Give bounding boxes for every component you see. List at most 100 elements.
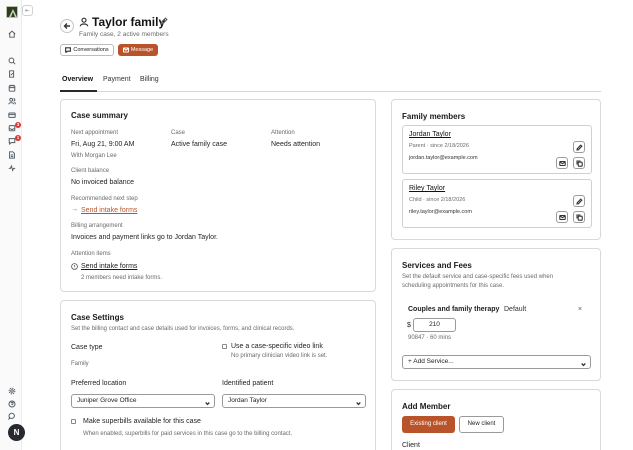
users-icon[interactable] bbox=[7, 96, 17, 106]
billing-arrangement-label: Billing arrangement bbox=[71, 223, 123, 229]
new-client-button[interactable]: New client bbox=[459, 416, 504, 433]
case-type-value: Family bbox=[71, 361, 89, 367]
document-icon[interactable] bbox=[7, 150, 17, 160]
envelope-icon bbox=[122, 47, 129, 53]
chat-icon[interactable] bbox=[7, 411, 17, 421]
settings-icon[interactable] bbox=[7, 386, 17, 396]
member-email: jordan.taylor@example.com bbox=[409, 155, 478, 161]
email-member-button[interactable] bbox=[556, 211, 568, 223]
app-logo[interactable] bbox=[6, 6, 18, 18]
superbills-label: Make superbills available for this case bbox=[83, 418, 201, 425]
email-member-button[interactable] bbox=[556, 157, 568, 169]
identified-patient-label: Identified patient bbox=[222, 380, 274, 387]
pencil-icon bbox=[575, 143, 583, 151]
client-balance-label: Client balance bbox=[71, 168, 110, 174]
service-code: 90847 · 60 mins bbox=[408, 335, 452, 341]
services-fees-card: Services and Fees Set the default servic… bbox=[391, 248, 601, 381]
chat-bubble-icon bbox=[65, 47, 72, 53]
case-type-label: Case type bbox=[71, 344, 103, 351]
chevron-down-icon bbox=[205, 399, 210, 406]
credit-card-icon[interactable] bbox=[7, 110, 17, 120]
attention-value: Needs attention bbox=[271, 141, 321, 148]
copy-email-button[interactable] bbox=[573, 157, 585, 169]
active-tab-indicator bbox=[60, 90, 97, 92]
identified-patient-select[interactable]: Jordan Taylor bbox=[222, 394, 366, 408]
client-balance-value: No invoiced balance bbox=[71, 179, 135, 186]
envelope-icon bbox=[558, 160, 566, 166]
member-email: riley.taylor@example.com bbox=[409, 209, 472, 215]
preferred-location-select[interactable]: Juniper Grove Office bbox=[71, 394, 215, 408]
person-icon bbox=[79, 17, 89, 27]
conversations-button[interactable]: Conversations bbox=[60, 44, 114, 56]
left-rail: 3 1 bbox=[0, 0, 22, 450]
superbills-note: When enabled, superbills for paid servic… bbox=[83, 431, 293, 437]
inbox-badge: 3 bbox=[15, 122, 21, 128]
case-status-value: Active family case bbox=[171, 141, 228, 148]
tab-overview[interactable]: Overview bbox=[62, 76, 93, 83]
calendar-icon[interactable] bbox=[7, 83, 17, 93]
preferred-location-label: Preferred location bbox=[71, 380, 127, 387]
envelope-icon bbox=[558, 214, 566, 220]
next-appointment-label: Next appointment bbox=[71, 130, 119, 136]
attention-item-detail: 2 members need intake forms. bbox=[81, 275, 163, 281]
chevron-down-icon bbox=[581, 360, 586, 367]
edit-member-button[interactable] bbox=[573, 141, 585, 153]
identified-patient-value: Jordan Taylor bbox=[228, 397, 267, 404]
services-fees-description: scheduling appointments for this case. bbox=[402, 283, 505, 289]
case-settings-description: Set the billing contact and case details… bbox=[71, 326, 295, 332]
video-link-checkbox[interactable] bbox=[222, 344, 227, 349]
service-name: Couples and family therapy bbox=[408, 306, 500, 313]
add-member-title: Add Member bbox=[402, 402, 451, 411]
preferred-location-value: Juniper Grove Office bbox=[77, 397, 137, 404]
video-link-note: No primary clinician video link is set. bbox=[231, 353, 328, 359]
page-subtitle: Family case, 2 active members bbox=[79, 31, 169, 38]
clinician-note: With Morgan Lee bbox=[71, 153, 117, 159]
search-icon[interactable] bbox=[7, 56, 17, 66]
tab-payment[interactable]: Payment bbox=[103, 76, 131, 83]
currency-symbol: $ bbox=[407, 322, 411, 329]
superbills-checkbox[interactable] bbox=[71, 419, 76, 424]
send-intake-forms-link[interactable]: Send intake forms bbox=[81, 207, 137, 214]
case-label: Case bbox=[171, 130, 186, 136]
copy-icon bbox=[575, 213, 583, 221]
family-members-title: Family members bbox=[402, 112, 466, 121]
services-fees-description: Set the default service and case-specifi… bbox=[402, 274, 554, 280]
arrow-left-icon bbox=[63, 23, 70, 29]
user-avatar[interactable]: N bbox=[8, 424, 25, 441]
default-tag: Default bbox=[504, 306, 527, 313]
conversations-label: Conversations bbox=[73, 47, 109, 53]
remove-service-button[interactable]: × bbox=[578, 306, 582, 313]
edit-note-icon[interactable] bbox=[7, 69, 17, 79]
member-name-link[interactable]: Riley Taylor bbox=[409, 185, 445, 192]
add-service-placeholder: + Add Service... bbox=[408, 358, 454, 365]
existing-client-button[interactable]: Existing client bbox=[402, 416, 455, 433]
home-icon[interactable] bbox=[7, 29, 17, 39]
messages-badge: 1 bbox=[15, 135, 21, 141]
services-fees-title: Services and Fees bbox=[402, 261, 472, 270]
collapse-sidebar-button[interactable]: ⇤ bbox=[22, 5, 33, 16]
chevron-down-icon bbox=[356, 399, 361, 406]
member-card: Jordan Taylor Parent · since 2/18/2026 j… bbox=[402, 125, 592, 174]
help-icon[interactable] bbox=[7, 399, 17, 409]
edit-member-button[interactable] bbox=[573, 195, 585, 207]
message-button[interactable]: Message bbox=[118, 44, 158, 56]
member-meta: Parent · since 2/18/2026 bbox=[409, 143, 469, 149]
add-service-select[interactable]: + Add Service... bbox=[402, 355, 591, 369]
case-settings-card: Case Settings Set the billing contact an… bbox=[60, 300, 376, 450]
pencil-icon bbox=[575, 197, 583, 205]
copy-email-button[interactable] bbox=[573, 211, 585, 223]
edit-title-icon[interactable] bbox=[160, 17, 168, 25]
activity-icon[interactable] bbox=[7, 163, 17, 173]
tab-billing[interactable]: Billing bbox=[140, 76, 159, 83]
member-name-link[interactable]: Jordan Taylor bbox=[409, 131, 451, 138]
family-members-card: Family members Jordan Taylor Parent · si… bbox=[391, 99, 601, 240]
case-summary-card: Case summary Next appointment Fri, Aug 2… bbox=[60, 99, 376, 292]
attention-item-link[interactable]: Send intake forms bbox=[81, 263, 137, 270]
next-step-label: Recommended next step bbox=[71, 196, 138, 202]
fee-input[interactable]: 210 bbox=[413, 318, 456, 332]
member-card: Riley Taylor Child · since 2/18/2026 ril… bbox=[402, 179, 592, 228]
attention-label: Attention bbox=[271, 130, 295, 136]
info-circle-icon bbox=[71, 263, 78, 270]
back-button[interactable] bbox=[60, 19, 74, 33]
video-link-label: Use a case-specific video link bbox=[231, 343, 323, 350]
